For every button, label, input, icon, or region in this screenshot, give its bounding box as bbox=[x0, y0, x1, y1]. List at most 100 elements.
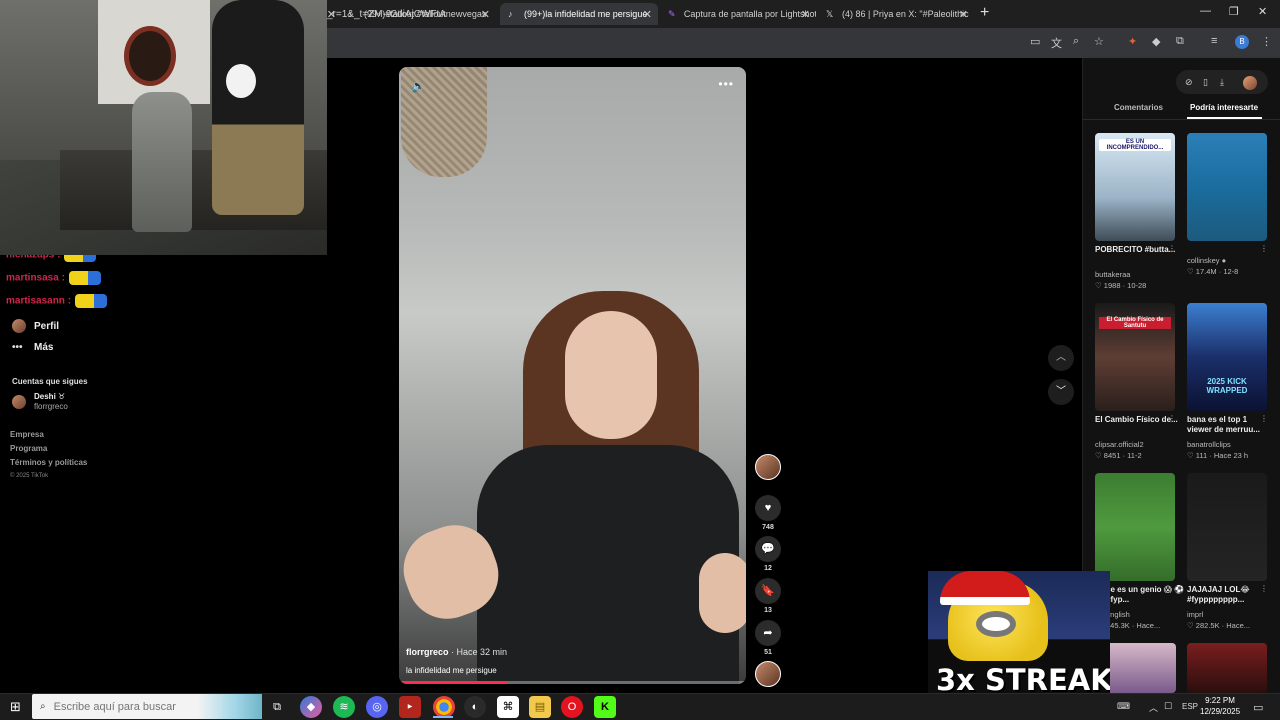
taskbar-search[interactable]: ⌕ bbox=[32, 694, 262, 719]
like-action[interactable]: ♥ 748 bbox=[755, 495, 781, 531]
video-thumbnail[interactable]: 2025 KICK WRAPPED bbox=[1187, 303, 1267, 411]
share-icon[interactable]: ➦ bbox=[755, 620, 781, 646]
author-name[interactable]: florrgreco bbox=[406, 647, 449, 657]
puzzle-icon[interactable]: ⧉ bbox=[1176, 35, 1184, 48]
next-video-button[interactable]: ﹀ bbox=[1048, 379, 1074, 405]
close-icon[interactable]: ✕ bbox=[643, 8, 652, 21]
card-title[interactable]: ce es un genio 😱 ⚽ #fyp... bbox=[1106, 585, 1190, 605]
profile-avatar[interactable]: B bbox=[1235, 35, 1249, 49]
sound-disc-avatar[interactable] bbox=[755, 661, 781, 687]
chrome-icon[interactable] bbox=[433, 696, 455, 718]
stream-chat-line: martisasann : bbox=[6, 294, 108, 308]
restore-button[interactable]: ❐ bbox=[1229, 5, 1239, 18]
tab-infidelidad[interactable]: ♪ (99+)la infidelidad me persigue ✕ bbox=[500, 3, 658, 25]
video-author[interactable]: florrgreco · Hace 32 min bbox=[406, 647, 507, 657]
comment-action[interactable]: 💬 12 bbox=[755, 536, 781, 572]
more-icon[interactable]: ⋮ bbox=[1260, 244, 1268, 253]
extension-icon[interactable]: ◆ bbox=[1152, 35, 1160, 48]
capcut-icon[interactable]: ⌘ bbox=[497, 696, 519, 718]
video-thumbnail[interactable] bbox=[1187, 133, 1267, 241]
translate-icon[interactable]: 文 bbox=[1051, 35, 1062, 51]
chat-user: martinsasa bbox=[6, 272, 59, 284]
opera-icon[interactable]: O bbox=[561, 696, 583, 718]
zoom-icon[interactable]: ⌕ bbox=[1073, 35, 1079, 48]
file-explorer-icon[interactable]: ▤ bbox=[529, 696, 551, 718]
save-action[interactable]: 🔖 13 bbox=[755, 578, 781, 614]
new-tab-button[interactable]: + bbox=[980, 4, 989, 22]
video-thumbnail[interactable]: El Cambio Físico de Santutu bbox=[1095, 303, 1175, 411]
card-title[interactable]: El Cambio Físico de... bbox=[1095, 415, 1179, 425]
windows-start-icon[interactable]: ⊞ bbox=[10, 699, 21, 715]
spotify-icon[interactable]: ≋ bbox=[333, 696, 355, 718]
more-icon[interactable]: ⋮ bbox=[1260, 414, 1268, 423]
video-thumbnail[interactable] bbox=[1187, 643, 1267, 693]
phone-icon[interactable]: ▯ bbox=[1203, 77, 1208, 88]
card-author[interactable]: clipsar.official2 bbox=[1095, 440, 1144, 449]
creator-avatar[interactable] bbox=[755, 454, 781, 480]
close-icon[interactable]: ✕ bbox=[481, 8, 490, 21]
tab-recommended[interactable]: Podría interesarte bbox=[1190, 103, 1258, 112]
copilot-icon[interactable]: ◆ bbox=[300, 696, 322, 718]
comment-icon[interactable]: 💬 bbox=[755, 536, 781, 562]
nav-item-more[interactable]: ••• Más bbox=[12, 342, 53, 353]
footer-link-programa[interactable]: Programa bbox=[10, 444, 47, 453]
language-indicator[interactable]: ESP bbox=[1182, 702, 1198, 711]
video-progress-bar[interactable] bbox=[399, 681, 746, 684]
divider bbox=[1082, 119, 1280, 120]
footer-link-terms[interactable]: Términos y políticas bbox=[10, 458, 87, 467]
more-icon[interactable]: ⋮ bbox=[1260, 584, 1268, 593]
card-title[interactable]: JAJAJAJ LOL😂 #fypppppppp... bbox=[1187, 585, 1271, 605]
tab-title: Captura de pantalla por Lightshot bbox=[683, 9, 816, 19]
download-icon[interactable]: ⤓ bbox=[1220, 77, 1224, 88]
media-icon[interactable]: ≡ bbox=[1211, 35, 1217, 47]
cast-icon[interactable]: ▭ bbox=[1030, 35, 1040, 48]
task-view-icon[interactable]: ⧉ bbox=[266, 696, 288, 718]
chevron-up-icon[interactable]: ︿ bbox=[1149, 701, 1158, 714]
taskbar-clock[interactable]: 9:22 PM 12/29/2025 bbox=[1200, 695, 1240, 717]
keyboard-icon[interactable]: ⌨ bbox=[1117, 701, 1130, 712]
menu-icon[interactable]: ⋮ bbox=[1261, 35, 1272, 48]
obs-icon[interactable]: ◐ bbox=[464, 696, 486, 718]
url-text[interactable]: _r=1&_t=ZM-92diAjCWFtA bbox=[327, 9, 446, 20]
share-action[interactable]: ➦ 51 bbox=[755, 620, 781, 656]
heart-icon[interactable]: ♥ bbox=[755, 495, 781, 521]
card-title[interactable]: POBRECITO #butta... bbox=[1095, 245, 1179, 255]
settings-icon[interactable]: ⊘ bbox=[1185, 77, 1193, 88]
more-icon[interactable]: ⋮ bbox=[1168, 414, 1176, 423]
extension-icon[interactable]: ✦ bbox=[1128, 35, 1137, 48]
bookmark-star-icon[interactable]: ☆ bbox=[1094, 35, 1104, 48]
video-thumbnail[interactable] bbox=[1187, 473, 1267, 581]
close-icon[interactable]: ✕ bbox=[959, 8, 968, 21]
more-options-icon[interactable]: ••• bbox=[718, 77, 734, 91]
card-author[interactable]: collinskey ● bbox=[1187, 256, 1226, 265]
volume-icon[interactable]: 🔈 bbox=[411, 79, 426, 93]
discord-icon[interactable]: ◎ bbox=[366, 696, 388, 718]
video-thumbnail[interactable] bbox=[1106, 643, 1176, 693]
footer-link-empresa[interactable]: Empresa bbox=[10, 430, 44, 439]
card-title[interactable]: bana es el top 1 viewer de merruu... bbox=[1187, 415, 1271, 435]
tab-comments[interactable]: Comentarios bbox=[1114, 103, 1163, 112]
minimize-button[interactable]: — bbox=[1200, 5, 1211, 17]
card-author[interactable]: imprl bbox=[1187, 610, 1203, 619]
more-icon[interactable]: ⋮ bbox=[1168, 244, 1176, 253]
card-author[interactable]: buttakeraa bbox=[1095, 270, 1130, 279]
previous-video-button[interactable]: ︿ bbox=[1048, 345, 1074, 371]
video-editor-icon[interactable]: ▶ bbox=[399, 696, 421, 718]
tab-lightshot[interactable]: ✎ Captura de pantalla por Lightshot ✕ bbox=[660, 3, 816, 25]
tab-x[interactable]: 𝕏 (4) 86 | Priya en X: "#Paleolithic ✕ bbox=[818, 3, 974, 25]
notification-icon[interactable]: ▭ bbox=[1253, 701, 1263, 714]
bookmark-icon[interactable]: 🔖 bbox=[755, 578, 781, 604]
search-input[interactable] bbox=[53, 700, 204, 713]
kick-icon[interactable]: K bbox=[594, 696, 616, 718]
video-thumbnail[interactable] bbox=[1095, 473, 1175, 581]
avatar[interactable] bbox=[1243, 76, 1257, 90]
following-account[interactable]: Deshi ♉ florrgreco bbox=[12, 392, 68, 412]
network-icon[interactable]: ☐ bbox=[1164, 701, 1172, 712]
video-player[interactable]: 🔈 ••• florrgreco · Hace 32 min la infide… bbox=[399, 67, 746, 684]
video-thumbnail[interactable]: ES UN INCOMPRENDIDO... bbox=[1095, 133, 1175, 241]
nav-item-profile[interactable]: Perfil bbox=[12, 319, 59, 333]
share-count: 51 bbox=[764, 649, 772, 656]
close-icon[interactable]: ✕ bbox=[801, 8, 810, 21]
close-window-button[interactable]: ✕ bbox=[1258, 5, 1267, 18]
card-author[interactable]: banatrollclips bbox=[1187, 440, 1231, 449]
